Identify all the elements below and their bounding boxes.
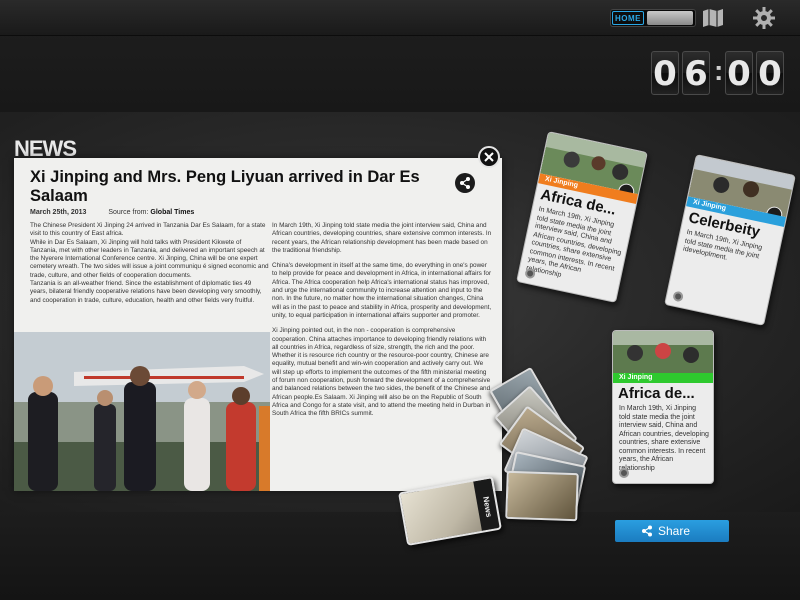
home-toggle-knob[interactable]	[647, 11, 693, 25]
share-button-label: Share	[658, 524, 691, 538]
close-article-button[interactable]	[478, 146, 500, 168]
card-body: In March 19th, Xi Jinping told state med…	[619, 405, 709, 472]
clock-digit-minute-ones: 0	[756, 51, 784, 95]
share-icon	[460, 177, 470, 189]
article-share-button[interactable]	[455, 173, 475, 193]
article-photo-scene	[14, 332, 270, 491]
article-column-left: The Chinese President Xi Jinping 24 arri…	[30, 222, 270, 312]
article-paragraph: Tanzania is an all-weather friend. Since…	[30, 280, 262, 304]
article-paragraph: Xi Jinping pointed out, in the non - coo…	[272, 327, 491, 418]
flip-clock: 0 6 : 0 0	[651, 51, 787, 95]
clock-digit-hour-tens: 0	[651, 51, 679, 95]
clock-digit-hour-ones: 6	[682, 51, 710, 95]
article-photo	[14, 332, 270, 491]
article-paragraph: The Chinese President Xi Jinping 24 arri…	[30, 222, 266, 238]
article-date: March 25th, 2013	[30, 209, 87, 216]
article-meta: March 25th, 2013 Source from: Global Tim…	[30, 209, 194, 216]
clock-digit-minute-tens: 0	[725, 51, 753, 95]
card-body: In March 19th, Xi Jinping told state med…	[525, 205, 623, 279]
card-pin	[672, 290, 685, 303]
map-icon[interactable]	[702, 8, 724, 28]
card-title: Africa de...	[618, 385, 695, 402]
card-tag: Xi Jinping	[613, 373, 713, 383]
card-pin	[619, 468, 629, 478]
home-toggle[interactable]: HOME	[610, 9, 696, 27]
gear-icon[interactable]	[752, 6, 776, 30]
article-panel: Xi Jinping and Mrs. Peng Liyuan arrived …	[14, 158, 502, 491]
share-button[interactable]: Share	[615, 520, 729, 542]
share-icon	[642, 525, 652, 537]
clock-separator: :	[714, 55, 724, 86]
article-headline: Xi Jinping and Mrs. Peng Liyuan arrived …	[30, 168, 420, 205]
article-paragraph: In March 19th, Xi Jinping told state med…	[272, 222, 492, 254]
close-icon	[484, 152, 494, 162]
fan-thumbnail[interactable]	[505, 470, 579, 522]
news-card[interactable]: Xi Jinping Africa de... In March 19th, X…	[612, 330, 714, 484]
article-paragraph: China's development in itself at the sam…	[272, 262, 492, 319]
source-label: Source from:	[108, 209, 149, 216]
article-source: Global Times	[150, 209, 195, 216]
article-paragraph: While in Dar Es Salaam, Xi Jinping will …	[30, 238, 269, 279]
card-thumbnail	[613, 331, 713, 373]
home-toggle-label: HOME	[612, 11, 644, 25]
article-column-right: In March 19th, Xi Jinping told state med…	[272, 222, 492, 426]
